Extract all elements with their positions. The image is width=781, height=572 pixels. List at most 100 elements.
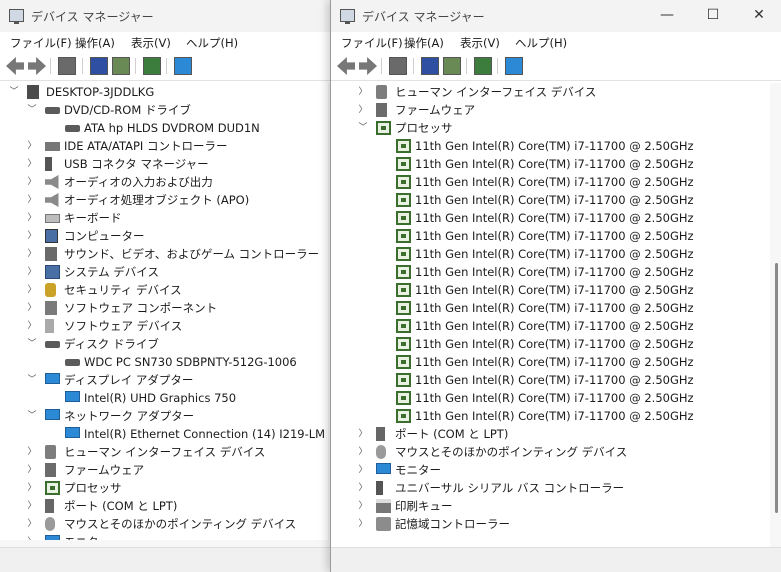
category-item[interactable]: 〉 セキュリティ デバイス [0, 281, 328, 299]
scan-hardware-icon[interactable] [174, 57, 192, 75]
chevron-right-icon[interactable]: 〉 [27, 209, 37, 227]
maximize-button[interactable]: ☐ [690, 0, 736, 32]
chevron-right-icon[interactable]: 〉 [358, 101, 368, 119]
update-driver-icon[interactable] [143, 57, 161, 75]
category-item[interactable]: 〉 記憶域コントローラー [331, 515, 770, 533]
chevron-right-icon[interactable]: 〉 [27, 137, 37, 155]
device-item[interactable]: Intel(R) UHD Graphics 750 [0, 389, 328, 407]
forward-icon[interactable] [359, 57, 377, 75]
device-item[interactable]: 11th Gen Intel(R) Core(TM) i7-11700 @ 2.… [331, 191, 770, 209]
category-item[interactable]: 〉 ヒューマン インターフェイス デバイス [0, 443, 328, 461]
menu-action[interactable]: 操作(A) [404, 35, 444, 51]
chevron-right-icon[interactable]: 〉 [27, 191, 37, 209]
chevron-down-icon[interactable]: ﹀ [27, 335, 37, 353]
chevron-right-icon[interactable]: 〉 [27, 263, 37, 281]
device-item[interactable]: 11th Gen Intel(R) Core(TM) i7-11700 @ 2.… [331, 371, 770, 389]
category-item[interactable]: ﹀ ディスプレイ アダプター [0, 371, 328, 389]
properties-icon[interactable] [389, 57, 407, 75]
chevron-right-icon[interactable]: 〉 [27, 173, 37, 191]
menu-view[interactable]: 表示(V) [460, 35, 500, 51]
device-item[interactable]: 11th Gen Intel(R) Core(TM) i7-11700 @ 2.… [331, 245, 770, 263]
category-item[interactable]: ﹀ プロセッサ [331, 119, 770, 137]
tree-root[interactable]: ﹀ DESKTOP-3JDDLKG [0, 83, 328, 101]
menu-view[interactable]: 表示(V) [131, 35, 171, 51]
category-item[interactable]: 〉 サウンド、ビデオ、およびゲーム コントローラー [0, 245, 328, 263]
device-item[interactable]: 11th Gen Intel(R) Core(TM) i7-11700 @ 2.… [331, 317, 770, 335]
category-item[interactable]: 〉 モニター [331, 461, 770, 479]
chevron-right-icon[interactable]: 〉 [358, 461, 368, 479]
device-item[interactable]: 11th Gen Intel(R) Core(TM) i7-11700 @ 2.… [331, 389, 770, 407]
chevron-right-icon[interactable]: 〉 [27, 443, 37, 461]
category-item[interactable]: ﹀ ディスク ドライブ [0, 335, 328, 353]
menu-file[interactable]: ファイル(F) [341, 35, 403, 51]
category-item[interactable]: 〉 ヒューマン インターフェイス デバイス [331, 83, 770, 101]
help-icon[interactable] [421, 57, 439, 75]
device-item[interactable]: 11th Gen Intel(R) Core(TM) i7-11700 @ 2.… [331, 263, 770, 281]
category-item[interactable]: 〉 USB コネクタ マネージャー [0, 155, 328, 173]
device-item[interactable]: 11th Gen Intel(R) Core(TM) i7-11700 @ 2.… [331, 209, 770, 227]
category-item[interactable]: 〉 印刷キュー [331, 497, 770, 515]
device-item[interactable]: 11th Gen Intel(R) Core(TM) i7-11700 @ 2.… [331, 155, 770, 173]
chevron-right-icon[interactable]: 〉 [27, 227, 37, 245]
show-hide-icon[interactable] [443, 57, 461, 75]
category-item[interactable]: 〉 プロセッサ [0, 479, 328, 497]
chevron-down-icon[interactable]: ﹀ [9, 83, 19, 101]
category-item[interactable]: 〉 ユニバーサル シリアル バス コントローラー [331, 479, 770, 497]
menu-help[interactable]: ヘルプ(H) [515, 35, 567, 51]
chevron-right-icon[interactable]: 〉 [27, 461, 37, 479]
category-item[interactable]: ﹀ ネットワーク アダプター [0, 407, 328, 425]
chevron-down-icon[interactable]: ﹀ [27, 371, 37, 389]
device-item[interactable]: 11th Gen Intel(R) Core(TM) i7-11700 @ 2.… [331, 281, 770, 299]
update-driver-icon[interactable] [474, 57, 492, 75]
chevron-right-icon[interactable]: 〉 [27, 497, 37, 515]
chevron-right-icon[interactable]: 〉 [358, 497, 368, 515]
category-item[interactable]: 〉 オーディオ処理オブジェクト (APO) [0, 191, 328, 209]
device-item[interactable]: 11th Gen Intel(R) Core(TM) i7-11700 @ 2.… [331, 227, 770, 245]
vertical-scrollbar[interactable] [770, 83, 781, 548]
back-icon[interactable] [337, 57, 355, 75]
help-icon[interactable] [90, 57, 108, 75]
device-item[interactable]: 11th Gen Intel(R) Core(TM) i7-11700 @ 2.… [331, 173, 770, 191]
scrollbar-thumb[interactable] [775, 263, 778, 513]
show-hide-icon[interactable] [112, 57, 130, 75]
category-item[interactable]: 〉 オーディオの入力および出力 [0, 173, 328, 191]
category-item[interactable]: 〉 キーボード [0, 209, 328, 227]
chevron-right-icon[interactable]: 〉 [358, 479, 368, 497]
category-item[interactable]: 〉 システム デバイス [0, 263, 328, 281]
chevron-right-icon[interactable]: 〉 [27, 515, 37, 533]
category-item[interactable]: ﹀ DVD/CD-ROM ドライブ [0, 101, 328, 119]
chevron-right-icon[interactable]: 〉 [27, 299, 37, 317]
category-item[interactable]: 〉 IDE ATA/ATAPI コントローラー [0, 137, 328, 155]
category-item[interactable]: 〉 ソフトウェア デバイス [0, 317, 328, 335]
chevron-right-icon[interactable]: 〉 [27, 281, 37, 299]
device-item[interactable]: ATA hp HLDS DVDROM DUD1N [0, 119, 328, 137]
chevron-right-icon[interactable]: 〉 [358, 425, 368, 443]
device-item[interactable]: Intel(R) Ethernet Connection (14) I219-L… [0, 425, 328, 443]
category-item[interactable]: 〉 ポート (COM と LPT) [331, 425, 770, 443]
chevron-right-icon[interactable]: 〉 [358, 443, 368, 461]
category-item[interactable]: 〉 マウスとそのほかのポインティング デバイス [0, 515, 328, 533]
category-item[interactable]: 〉 コンピューター [0, 227, 328, 245]
device-item[interactable]: 11th Gen Intel(R) Core(TM) i7-11700 @ 2.… [331, 299, 770, 317]
back-icon[interactable] [6, 57, 24, 75]
device-item[interactable]: 11th Gen Intel(R) Core(TM) i7-11700 @ 2.… [331, 407, 770, 425]
scan-hardware-icon[interactable] [505, 57, 523, 75]
menu-action[interactable]: 操作(A) [75, 35, 115, 51]
chevron-right-icon[interactable]: 〉 [27, 155, 37, 173]
minimize-button[interactable]: — [644, 0, 690, 32]
menu-file[interactable]: ファイル(F) [10, 35, 72, 51]
chevron-right-icon[interactable]: 〉 [27, 245, 37, 263]
chevron-right-icon[interactable]: 〉 [358, 515, 368, 533]
category-item[interactable]: 〉 ファームウェア [0, 461, 328, 479]
forward-icon[interactable] [28, 57, 46, 75]
chevron-right-icon[interactable]: 〉 [27, 479, 37, 497]
category-item[interactable]: 〉 ポート (COM と LPT) [0, 497, 328, 515]
close-button[interactable]: ✕ [736, 0, 781, 32]
device-item[interactable]: WDC PC SN730 SDBPNTY-512G-1006 [0, 353, 328, 371]
chevron-down-icon[interactable]: ﹀ [27, 101, 37, 119]
chevron-down-icon[interactable]: ﹀ [27, 407, 37, 425]
category-item[interactable]: 〉 ソフトウェア コンポーネント [0, 299, 328, 317]
category-item[interactable]: 〉 ファームウェア [331, 101, 770, 119]
chevron-down-icon[interactable]: ﹀ [358, 119, 368, 137]
category-item[interactable]: 〉 マウスとそのほかのポインティング デバイス [331, 443, 770, 461]
